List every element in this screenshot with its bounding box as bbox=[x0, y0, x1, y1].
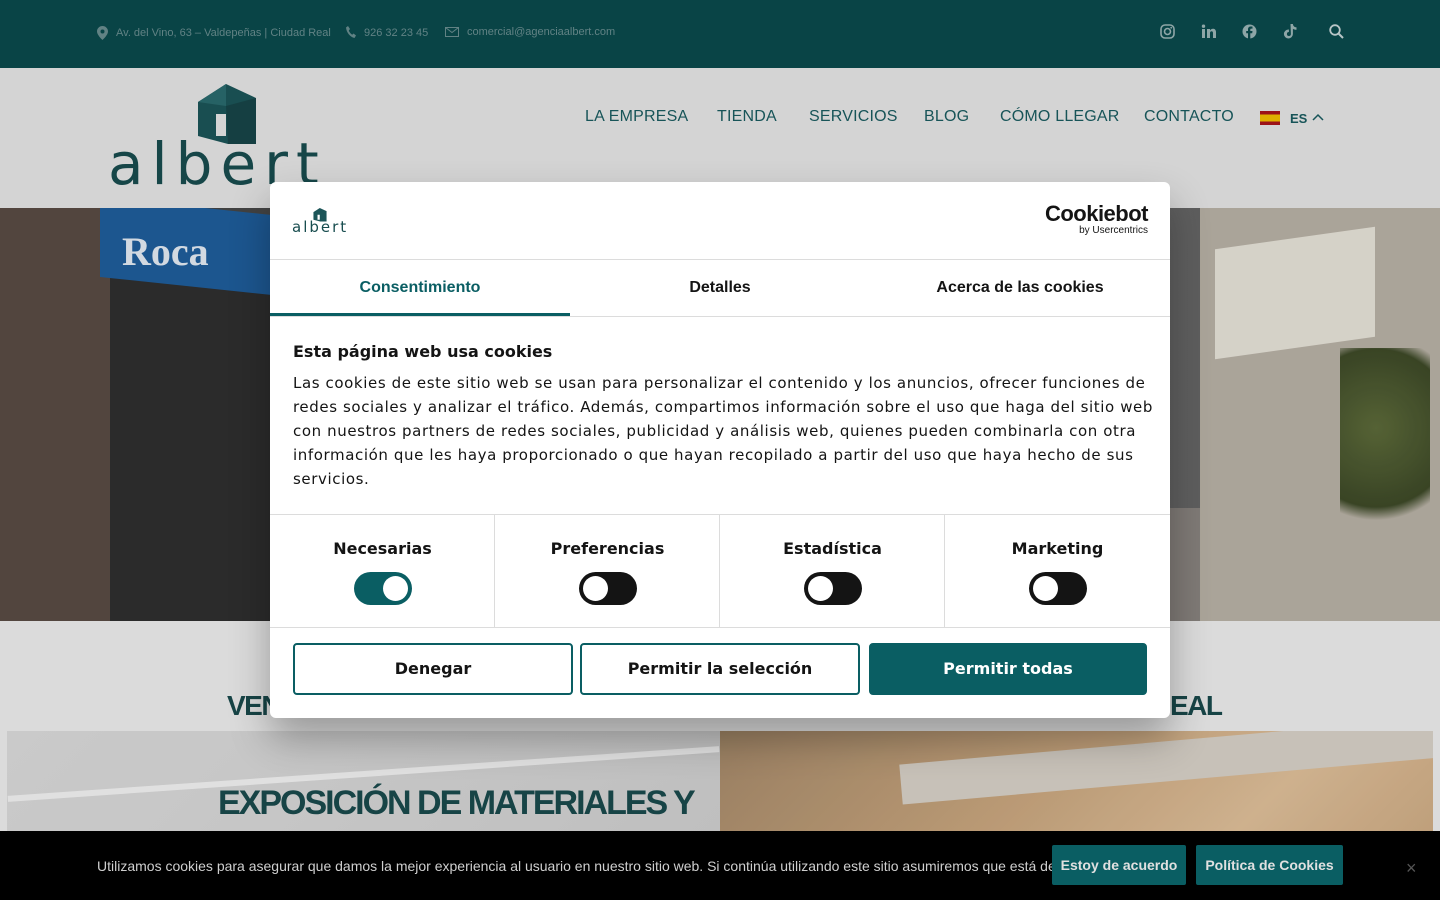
cookie-policy-button[interactable]: Política de Cookies bbox=[1196, 845, 1343, 885]
dialog-logo-text: albert bbox=[292, 218, 349, 236]
cookiebot-logo[interactable]: Cookiebot by Usercentrics bbox=[1044, 201, 1149, 236]
cookiebot-sub: by Usercentrics bbox=[1079, 225, 1148, 236]
toggle-necesarias[interactable] bbox=[354, 572, 412, 605]
cookiebot-brand: Cookiebot bbox=[1044, 201, 1149, 226]
close-icon[interactable]: × bbox=[1406, 858, 1417, 879]
tab-consentimiento[interactable]: Consentimiento bbox=[270, 259, 570, 317]
category-preferencias: Preferencias bbox=[495, 515, 720, 628]
deny-button[interactable]: Denegar bbox=[293, 643, 573, 695]
category-necesarias: Necesarias bbox=[270, 515, 495, 628]
divider bbox=[270, 627, 1170, 628]
toggle-marketing[interactable] bbox=[1029, 572, 1087, 605]
category-marketing: Marketing bbox=[945, 515, 1170, 628]
category-label: Estadística bbox=[783, 539, 882, 558]
tab-detalles[interactable]: Detalles bbox=[570, 259, 870, 317]
allow-selection-button[interactable]: Permitir la selección bbox=[580, 643, 860, 695]
toggle-preferencias[interactable] bbox=[579, 572, 637, 605]
dialog-body-text: Las cookies de este sitio web se usan pa… bbox=[293, 374, 1154, 488]
category-label: Necesarias bbox=[333, 539, 432, 558]
cookie-notice-text: Utilizamos cookies para asegurar que dam… bbox=[97, 858, 1115, 874]
category-estadistica: Estadística bbox=[720, 515, 945, 628]
cookie-notice-bar: Utilizamos cookies para asegurar que dam… bbox=[0, 831, 1440, 900]
category-label: Marketing bbox=[1011, 539, 1104, 558]
divider bbox=[270, 316, 1170, 317]
accept-notice-button[interactable]: Estoy de acuerdo bbox=[1052, 845, 1186, 885]
dialog-heading: Esta página web usa cookies bbox=[293, 342, 553, 361]
toggle-estadistica[interactable] bbox=[804, 572, 862, 605]
allow-all-button[interactable]: Permitir todas bbox=[869, 643, 1147, 695]
category-label: Preferencias bbox=[550, 539, 665, 558]
cookie-dialog: albert Cookiebot by Usercentrics Consent… bbox=[270, 182, 1170, 718]
tab-acerca-cookies[interactable]: Acerca de las cookies bbox=[870, 259, 1170, 317]
